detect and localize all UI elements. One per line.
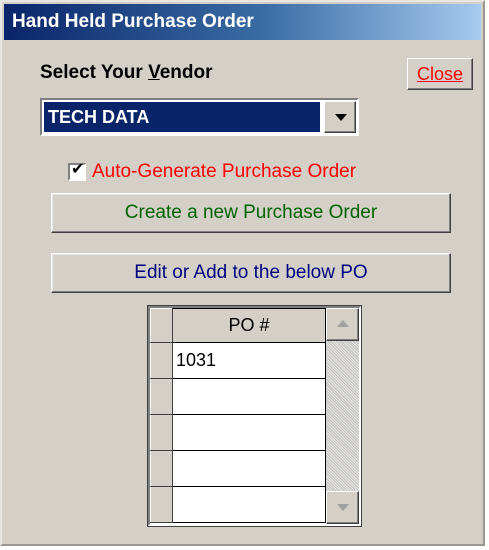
chevron-down-icon xyxy=(335,114,347,121)
table-row[interactable] xyxy=(150,414,326,451)
purchase-order-window: Hand Held Purchase Order Select Your Ven… xyxy=(0,0,485,546)
po-number-cell[interactable] xyxy=(172,378,326,415)
row-selector[interactable] xyxy=(150,342,173,379)
vendor-dropdown-button[interactable] xyxy=(324,101,356,133)
vendor-label-suffix: endor xyxy=(159,62,213,83)
row-selector[interactable] xyxy=(150,378,173,415)
vendor-label: Select Your Vendor xyxy=(40,62,212,84)
po-number-cell[interactable] xyxy=(172,450,326,487)
po-number-cell[interactable] xyxy=(172,486,326,523)
checkmark-icon: ✔ xyxy=(71,161,85,178)
row-selector[interactable] xyxy=(150,450,173,487)
table-row[interactable] xyxy=(150,378,326,415)
scroll-down-arrow-icon xyxy=(337,504,349,511)
window-title: Hand Held Purchase Order xyxy=(4,4,481,40)
table-header-row: PO # xyxy=(150,308,326,343)
po-grid-scrollbar[interactable] xyxy=(326,308,359,524)
auto-generate-row[interactable]: ✔ Auto-Generate Purchase Order xyxy=(68,158,356,186)
row-selector[interactable] xyxy=(150,486,173,523)
scroll-up-arrow-icon xyxy=(337,320,349,327)
auto-generate-label[interactable]: Auto-Generate Purchase Order xyxy=(92,161,356,183)
table-row[interactable]: 1031 xyxy=(150,342,326,379)
scroll-up-button[interactable] xyxy=(326,308,359,341)
vendor-select-value[interactable]: TECH DATA xyxy=(44,102,320,132)
po-number-column-header[interactable]: PO # xyxy=(172,308,326,343)
scroll-down-button[interactable] xyxy=(326,491,359,524)
row-selector-header[interactable] xyxy=(150,308,173,343)
create-po-button[interactable]: Create a new Purchase Order xyxy=(51,193,451,233)
close-button[interactable]: Close xyxy=(407,58,473,90)
po-grid: PO # 1031 xyxy=(148,306,361,526)
row-selector[interactable] xyxy=(150,414,173,451)
table-row[interactable] xyxy=(150,450,326,487)
vendor-select[interactable]: TECH DATA xyxy=(40,98,359,136)
vendor-label-accelerator: V xyxy=(148,62,160,83)
po-table: PO # 1031 xyxy=(150,308,326,523)
auto-generate-checkbox[interactable]: ✔ xyxy=(68,161,86,181)
edit-po-button[interactable]: Edit or Add to the below PO xyxy=(51,253,451,293)
table-row[interactable] xyxy=(150,486,326,523)
po-number-cell[interactable] xyxy=(172,414,326,451)
po-number-cell[interactable]: 1031 xyxy=(172,342,326,379)
vendor-label-prefix: Select Your xyxy=(40,62,149,83)
